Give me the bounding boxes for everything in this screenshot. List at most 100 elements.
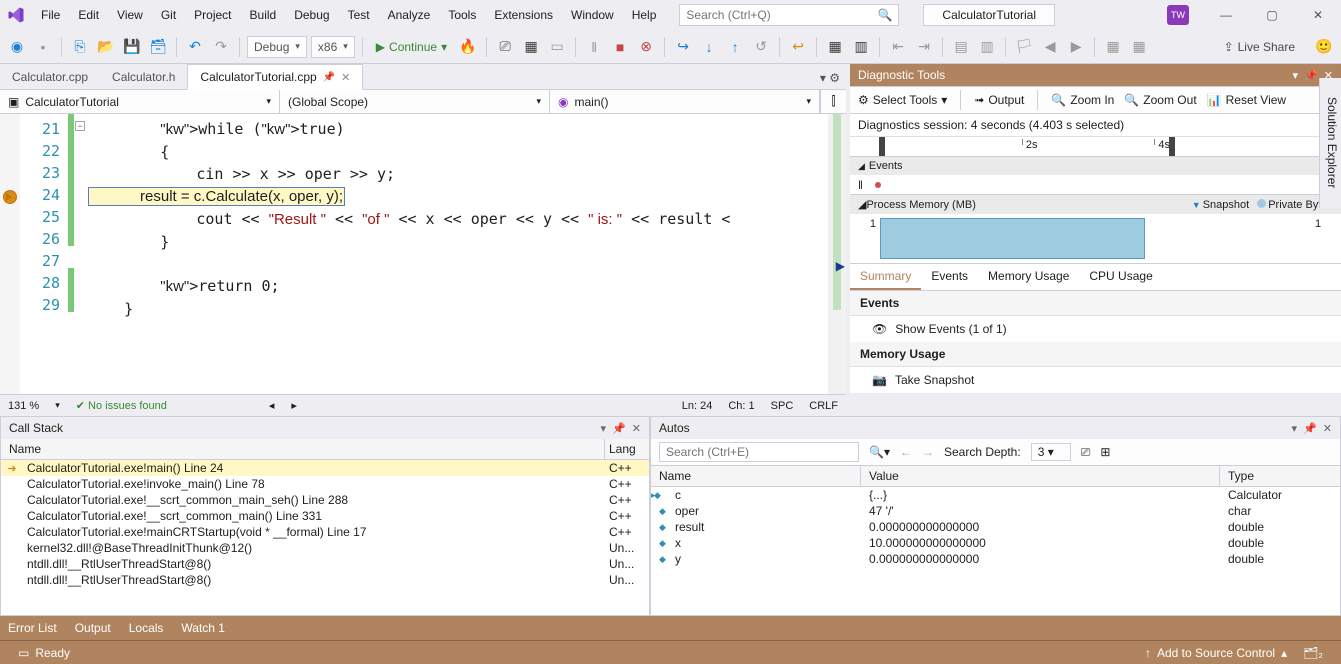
global-search[interactable]: 🔍 [679,4,899,26]
show-events-link[interactable]: 👁Show Events (1 of 1) [850,316,1341,342]
code-body[interactable]: "kw">while ("kw">true) { cin >> x >> ope… [88,114,828,394]
menu-test[interactable]: Test [339,2,379,28]
solution-explorer-tab[interactable]: Solution Explorer [1319,78,1341,208]
call-stack-row[interactable]: CalculatorTutorial.exe!mainCRTStartup(vo… [1,524,649,540]
panel-close-icon[interactable]: ✕ [1323,422,1332,435]
user-badge[interactable]: TW [1167,5,1189,25]
undo-button[interactable]: ↶ [184,36,206,58]
process-button[interactable]: ⎚ [494,36,516,58]
editor-tab[interactable]: Calculator.h [100,64,187,89]
issues-indicator[interactable]: ✔ No issues found [76,399,167,412]
autos-row[interactable]: x10.000000000000000double [651,535,1340,551]
panel-dropdown-icon[interactable]: ▾ [1292,422,1298,435]
forward-button[interactable]: • [32,36,54,58]
stack-frame-button[interactable]: ▭ [546,36,568,58]
next-bookmark-button[interactable]: ▶ [1065,36,1087,58]
autos-row[interactable]: y0.000000000000000double [651,551,1340,567]
call-stack-row[interactable]: CalculatorTutorial.exe!__scrt_common_mai… [1,508,649,524]
panel-pin-icon[interactable]: 📌 [1303,422,1317,435]
save-button[interactable]: 💾 [121,36,143,58]
configuration-combo[interactable]: Debug▾ [247,36,307,58]
pause-button[interactable]: ‖ [583,36,605,58]
diag-tab-events[interactable]: Events [921,264,978,290]
menu-git[interactable]: Git [152,2,185,28]
panel-dropdown-icon[interactable]: ▾ [601,422,607,435]
split-editor-icon[interactable]: ⫿ [820,90,846,113]
nav-scope-combo[interactable]: (Global Scope)▾ [280,90,550,113]
platform-combo[interactable]: x86▾ [311,36,355,58]
panel-pin-icon[interactable]: 📌 [1304,69,1318,82]
view-icon[interactable]: ⊞ [1100,445,1110,459]
menu-tools[interactable]: Tools [439,2,485,28]
back-button[interactable]: ◉ [6,36,28,58]
step-out-button[interactable]: ↑ [724,36,746,58]
events-section-header[interactable]: ◢Events [850,157,1341,175]
menu-window[interactable]: Window [562,2,623,28]
nav-fwd-icon[interactable]: → [922,445,934,459]
select-tools-button[interactable]: ⚙ Select Tools ▾ [858,93,947,107]
thread-button[interactable]: ▦ [520,36,542,58]
bookmark-button[interactable]: 🏳 [1013,36,1035,58]
call-stack-row[interactable]: ntdll.dll!__RtlUserThreadStart@8()Un... [1,556,649,572]
panel-close-icon[interactable]: ✕ [632,422,641,435]
indent-less-button[interactable]: ⇤ [887,36,909,58]
call-stack-row[interactable]: CalculatorTutorial.exe!invoke_main() Lin… [1,476,649,492]
misc-button-1[interactable]: ▦ [1102,36,1124,58]
maximize-button[interactable]: ▢ [1249,0,1295,30]
diag-tab-memory-usage[interactable]: Memory Usage [978,264,1079,290]
solution-name[interactable]: CalculatorTutorial [923,4,1055,26]
minimize-button[interactable]: — [1203,0,1249,30]
tabstrip-options-icon[interactable]: ▾ ⚙ [814,67,846,89]
bottom-tab-error-list[interactable]: Error List [8,621,57,635]
nav-function-combo[interactable]: ◉ main()▾ [550,90,820,113]
call-stack-row[interactable]: kernel32.dll!@BaseThreadInitThunk@12()Un… [1,540,649,556]
diag-tab-summary[interactable]: Summary [850,264,921,290]
call-stack-row[interactable]: CalculatorTutorial.exe!__scrt_common_mai… [1,492,649,508]
editor-tab[interactable]: Calculator.cpp [0,64,100,89]
comment-button[interactable]: ▤ [950,36,972,58]
menu-debug[interactable]: Debug [285,2,338,28]
indent-more-button[interactable]: ⇥ [913,36,935,58]
new-item-button[interactable]: ⎘ [69,36,91,58]
call-stack-row[interactable]: CalculatorTutorial.exe!main() Line 24C++ [1,460,649,476]
menu-extensions[interactable]: Extensions [485,2,562,28]
close-button[interactable]: ✕ [1295,0,1341,30]
zoom-out-button[interactable]: 🔍 Zoom Out [1124,93,1196,107]
autos-row[interactable]: result0.000000000000000double [651,519,1340,535]
zoom-level[interactable]: 131 % [8,400,39,412]
editor-tab[interactable]: CalculatorTutorial.cpp 📌 ✕ [187,64,363,90]
live-share-button[interactable]: ⇪ Live Share [1216,40,1303,54]
save-all-button[interactable]: 🗃 [147,36,169,58]
step-back-button[interactable]: ↺ [750,36,772,58]
fold-gutter[interactable]: − [74,114,88,394]
reset-view-button[interactable]: 📊 Reset View [1207,93,1286,107]
continue-button[interactable]: ▶ Continue ▾ [370,40,453,54]
source-control-button[interactable]: ↑ Add to Source Control ▴ [1137,646,1295,660]
breakpoint-gutter[interactable] [0,114,20,394]
output-button[interactable]: ➟ Output [974,93,1024,107]
bottom-tab-locals[interactable]: Locals [129,621,164,635]
notifications-button[interactable]: 🗂₂ [1295,646,1331,660]
hot-reload-button[interactable]: 🔥 [457,36,479,58]
menu-project[interactable]: Project [185,2,240,28]
run-to-cursor-button[interactable]: ↩ [787,36,809,58]
panel-dropdown-icon[interactable]: ▾ [1293,69,1299,82]
uncomment-button[interactable]: ▥ [976,36,998,58]
autos-row[interactable]: c{...}Calculator [651,487,1340,503]
feedback-button[interactable]: 🙂 [1313,36,1335,58]
open-button[interactable]: 📂 [95,36,117,58]
restart-button[interactable]: ⊗ [635,36,657,58]
prev-bookmark-button[interactable]: ◀ [1039,36,1061,58]
search-input[interactable] [686,8,877,22]
autos-row[interactable]: oper47 '/'char [651,503,1340,519]
process-memory-header[interactable]: ◢Process Memory (MB) ▼SnapshotPrivate By… [850,195,1341,214]
code-editor[interactable]: 212223242526272829 − "kw">while ("kw">tr… [0,114,846,394]
diag-timeline[interactable]: 2s 4s [850,137,1341,157]
bottom-tab-output[interactable]: Output [75,621,111,635]
stop-button[interactable]: ■ [609,36,631,58]
panel-pin-icon[interactable]: 📌 [612,422,626,435]
filter-icon[interactable]: ⎚ [1081,445,1091,460]
editor-scrollbar[interactable]: ▶ [828,114,846,394]
menu-analyze[interactable]: Analyze [379,2,440,28]
menu-view[interactable]: View [108,2,152,28]
